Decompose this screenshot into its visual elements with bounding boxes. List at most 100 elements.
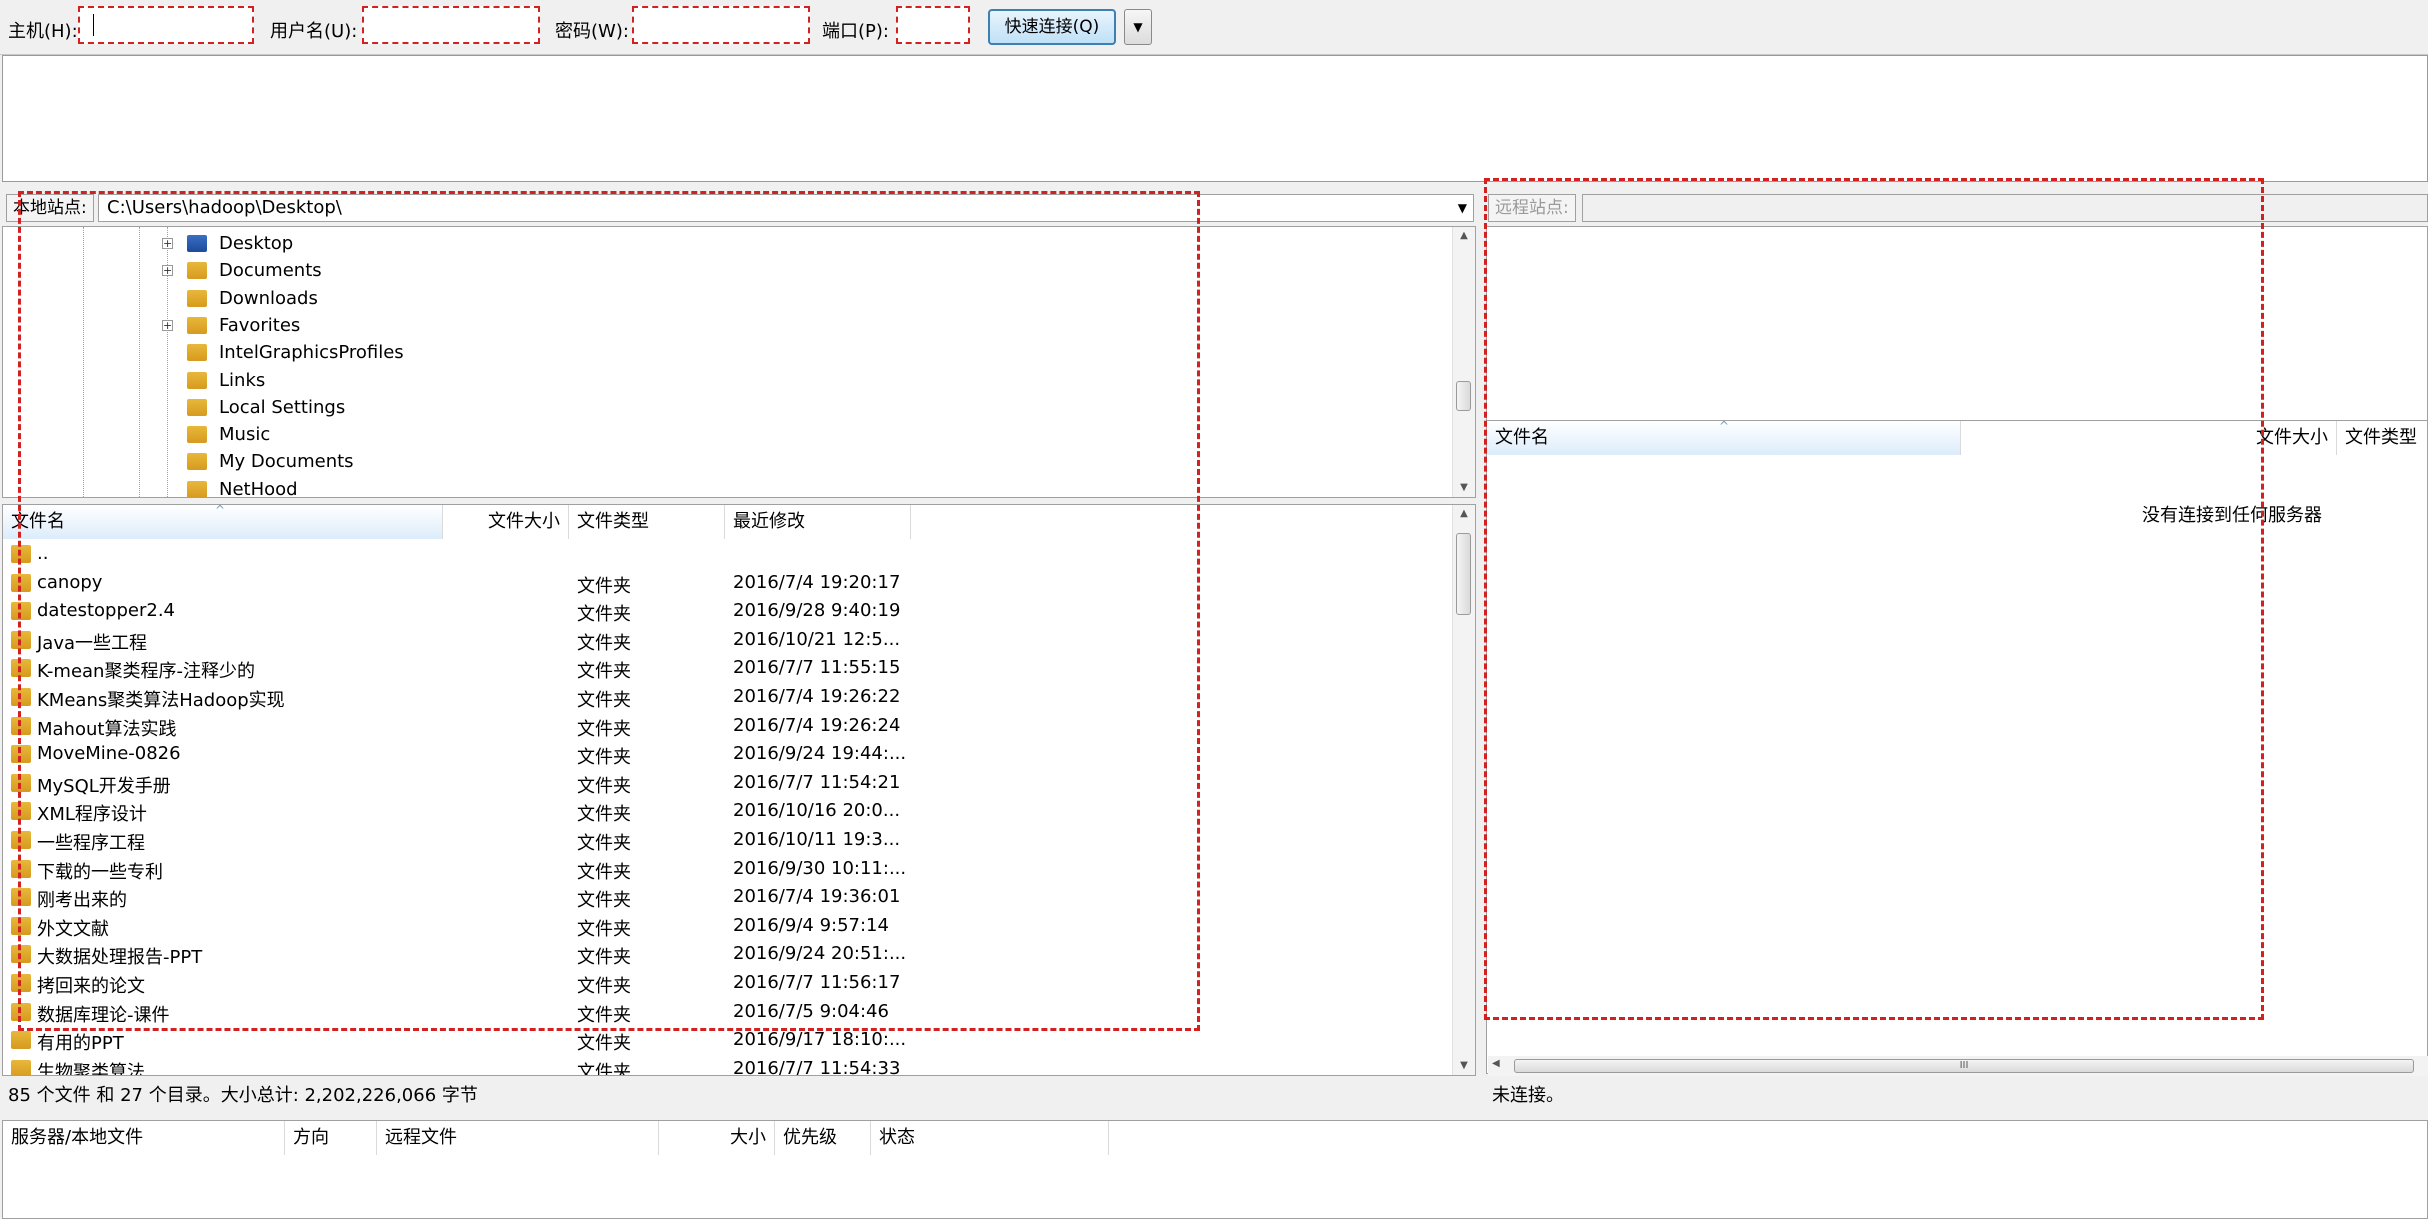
- file-type: 文件夹: [577, 1004, 631, 1026]
- tree-item[interactable]: Links: [3, 368, 1443, 395]
- tree-item[interactable]: + Favorites: [3, 313, 1443, 340]
- file-row[interactable]: 刚考出来的 文件夹 2016/7/4 19:36:01: [3, 884, 1453, 913]
- tree-item-label: Favorites: [219, 314, 301, 336]
- password-input[interactable]: [632, 6, 810, 44]
- file-row[interactable]: ..: [3, 541, 1453, 570]
- file-row[interactable]: Mahout算法实践 文件夹 2016/7/4 19:26:24: [3, 713, 1453, 742]
- local-path-combobox[interactable]: C:\Users\hadoop\Desktop\ ▼: [98, 194, 1474, 222]
- file-name: MoveMine-0826: [37, 743, 181, 765]
- scroll-down-icon[interactable]: ▼: [1453, 1057, 1475, 1075]
- remote-column-header-filename-label: 文件名: [1495, 427, 1549, 448]
- file-row[interactable]: K-mean聚类程序-注释少的 文件夹 2016/7/7 11:55:15: [3, 655, 1453, 684]
- links-folder-icon: [187, 371, 207, 389]
- scrollbar-thumb[interactable]: [1456, 381, 1471, 411]
- scrollbar-thumb[interactable]: [1456, 533, 1471, 615]
- remote-column-header-filename[interactable]: 文件名 ^: [1487, 421, 1961, 455]
- tree-item-label: Music: [219, 424, 271, 446]
- host-input[interactable]: [78, 6, 254, 44]
- file-row[interactable]: MySQL开发手册 文件夹 2016/7/7 11:54:21: [3, 770, 1453, 799]
- file-type: 文件夹: [577, 775, 631, 797]
- file-row[interactable]: 有用的PPT 文件夹 2016/9/17 18:10:...: [3, 1027, 1453, 1056]
- file-type: 文件夹: [577, 833, 631, 854]
- tree-item[interactable]: Music: [3, 422, 1443, 449]
- folder-icon: [11, 916, 31, 935]
- scroll-down-icon[interactable]: ▼: [1453, 479, 1475, 497]
- file-modified: 2016/9/30 10:11:...: [733, 857, 907, 879]
- local-file-list[interactable]: 文件名 ^ 文件大小 文件类型 最近修改 .. canopy 文件夹 2016/7/4…: [2, 504, 1476, 1076]
- file-row[interactable]: Java一些工程 文件夹 2016/10/21 12:5...: [3, 627, 1453, 656]
- username-input[interactable]: [362, 6, 540, 44]
- quickconnect-button[interactable]: 快速连接(Q): [988, 9, 1116, 45]
- queue-column-remote-file[interactable]: 远程文件: [377, 1121, 659, 1155]
- tree-item-label: NetHood: [219, 478, 298, 498]
- message-log[interactable]: [2, 55, 2428, 182]
- column-header-modified[interactable]: 最近修改: [725, 505, 911, 539]
- file-row[interactable]: 外文文献 文件夹 2016/9/4 9:57:14: [3, 913, 1453, 942]
- file-row[interactable]: 大数据处理报告-PPT 文件夹 2016/9/24 20:51:...: [3, 941, 1453, 970]
- host-label: 主机(H):: [8, 21, 78, 42]
- scroll-up-icon[interactable]: ▲: [1453, 227, 1475, 245]
- transfer-queue[interactable]: 服务器/本地文件 方向 远程文件 大小 优先级 状态: [2, 1120, 2428, 1219]
- remote-site-bar: 远程站点:: [1486, 190, 2428, 226]
- file-row[interactable]: MoveMine-0826 文件夹 2016/9/24 19:44:...: [3, 741, 1453, 770]
- file-row[interactable]: KMeans聚类算法Hadoop实现 文件夹 2016/7/4 19:26:22: [3, 684, 1453, 713]
- folder-icon: [11, 974, 31, 992]
- queue-column-direction[interactable]: 方向: [285, 1121, 377, 1155]
- text-cursor: [93, 14, 94, 36]
- remote-directory-tree[interactable]: [1486, 226, 2428, 424]
- file-row[interactable]: 一些程序工程 文件夹 2016/10/11 19:3...: [3, 827, 1453, 856]
- folder-icon: [11, 716, 31, 735]
- folder-icon: [11, 602, 31, 621]
- remote-column-header-filetype[interactable]: 文件类型: [2337, 421, 2427, 455]
- tree-item[interactable]: NetHood: [3, 477, 1443, 498]
- folder-icon: [11, 1059, 31, 1075]
- column-header-filename[interactable]: 文件名 ^: [3, 505, 443, 539]
- remote-horizontal-scrollbar[interactable]: ◀ III: [1488, 1056, 2428, 1076]
- file-name: MySQL开发手册: [37, 775, 171, 797]
- tree-item[interactable]: + Documents: [3, 258, 1443, 285]
- column-header-filesize[interactable]: 文件大小: [443, 505, 569, 539]
- port-input[interactable]: [896, 6, 970, 44]
- queue-column-server-local[interactable]: 服务器/本地文件: [3, 1121, 285, 1155]
- folder-icon: [187, 344, 207, 362]
- quickconnect-history-dropdown[interactable]: ▼: [1124, 9, 1152, 45]
- scroll-left-icon[interactable]: ◀: [1492, 1058, 1500, 1069]
- file-modified: 2016/10/21 12:5...: [733, 628, 901, 650]
- file-name: datestopper2.4: [37, 600, 175, 622]
- file-row[interactable]: 下载的一些专利 文件夹 2016/9/30 10:11:...: [3, 856, 1453, 885]
- queue-column-priority[interactable]: 优先级: [775, 1121, 871, 1155]
- tree-item[interactable]: + Desktop: [3, 231, 1443, 258]
- filelist-vertical-scrollbar[interactable]: ▲ ▼: [1452, 505, 1475, 1075]
- local-status-bar: 85 个文件 和 27 个目录。大小总计: 2,202,226,066 字节: [2, 1078, 1482, 1116]
- queue-column-status[interactable]: 状态: [871, 1121, 1109, 1155]
- column-header-filetype[interactable]: 文件类型: [569, 505, 725, 539]
- tree-item[interactable]: Local Settings: [3, 395, 1443, 422]
- local-site-bar: 本地站点: C:\Users\hadoop\Desktop\ ▼: [2, 190, 1476, 226]
- file-row[interactable]: 拷回来的论文 文件夹 2016/7/7 11:56:17: [3, 970, 1453, 999]
- file-row[interactable]: canopy 文件夹 2016/7/4 19:20:17: [3, 570, 1453, 599]
- chevron-down-icon[interactable]: ▼: [1458, 195, 1467, 221]
- expand-icon[interactable]: +: [162, 265, 173, 277]
- scrollbar-thumb[interactable]: III: [1514, 1059, 2414, 1073]
- file-row[interactable]: 数据库理论-课件 文件夹 2016/7/5 9:04:46: [3, 999, 1453, 1028]
- file-row[interactable]: 生物聚类算法 文件夹 2016/7/7 11:54:33: [3, 1056, 1453, 1075]
- scroll-up-icon[interactable]: ▲: [1453, 505, 1475, 523]
- tree-item[interactable]: Downloads: [3, 286, 1443, 313]
- expand-icon[interactable]: +: [162, 238, 173, 249]
- local-directory-tree[interactable]: + Desktop + Documents Downloads + Favorites Int…: [2, 226, 1476, 498]
- folder-icon: [11, 573, 31, 592]
- file-row[interactable]: XML程序设计 文件夹 2016/10/16 20:0...: [3, 798, 1453, 827]
- tree-item[interactable]: My Documents: [3, 449, 1443, 476]
- folder-icon: [11, 945, 31, 964]
- folder-icon: [11, 745, 31, 764]
- remote-path-combobox[interactable]: [1582, 194, 2428, 222]
- tree-item-label: Local Settings: [219, 396, 346, 418]
- queue-column-size[interactable]: 大小: [659, 1121, 775, 1155]
- remote-column-header-filesize[interactable]: 文件大小: [1961, 421, 2337, 455]
- folder-icon: [11, 688, 31, 706]
- tree-item[interactable]: IntelGraphicsProfiles: [3, 340, 1443, 367]
- remote-file-list[interactable]: 文件名 ^ 文件大小 文件类型 没有连接到任何服务器: [1486, 420, 2428, 1074]
- expand-icon[interactable]: +: [162, 319, 173, 331]
- tree-vertical-scrollbar[interactable]: ▲ ▼: [1452, 227, 1475, 497]
- file-row[interactable]: datestopper2.4 文件夹 2016/9/28 9:40:19: [3, 598, 1453, 627]
